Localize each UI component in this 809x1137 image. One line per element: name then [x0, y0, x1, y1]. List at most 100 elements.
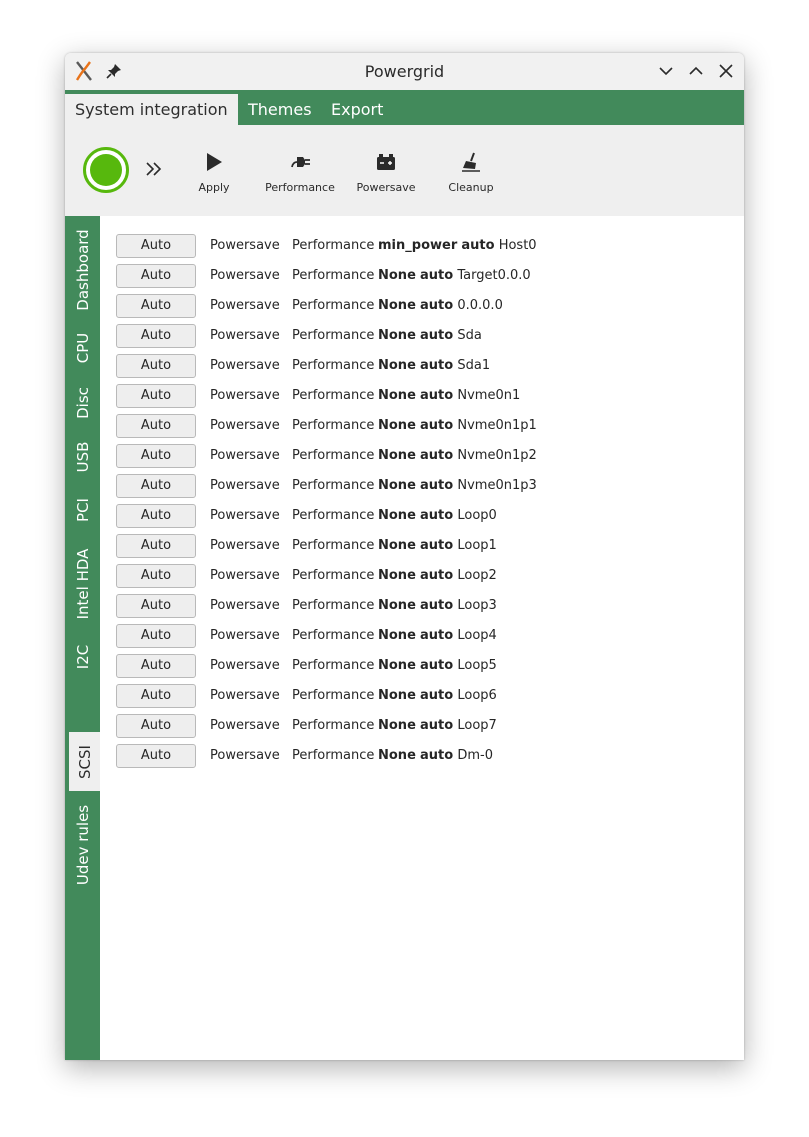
performance-link[interactable]: Performance	[292, 441, 374, 471]
performance-link[interactable]: Performance	[292, 591, 374, 621]
auto-button[interactable]: Auto	[116, 234, 196, 258]
performance-link[interactable]: Performance	[292, 381, 374, 411]
powersave-link[interactable]: Powersave	[210, 561, 280, 591]
auto-button[interactable]: Auto	[116, 684, 196, 708]
policy-value: None	[378, 748, 416, 763]
policy-value: None	[378, 568, 416, 583]
powersave-link[interactable]: Powersave	[210, 531, 280, 561]
auto-button[interactable]: Auto	[116, 654, 196, 678]
policy-value: None	[378, 658, 416, 673]
double-chevron-right-icon[interactable]	[144, 159, 164, 179]
auto-button[interactable]: Auto	[116, 444, 196, 468]
powersave-link[interactable]: Powersave	[210, 411, 280, 441]
auto-button[interactable]: Auto	[116, 594, 196, 618]
performance-link[interactable]: Performance	[292, 351, 374, 381]
sidebar-item-usb[interactable]: USB	[65, 432, 100, 482]
device-info: None auto Nvme0n1	[378, 381, 520, 411]
mode-value: auto	[420, 628, 454, 643]
sidebar-item-cpu[interactable]: CPU	[65, 324, 100, 372]
list-item: Auto Powersave Performance None auto Nvme0n…	[100, 471, 744, 501]
powersave-button[interactable]: Powersave	[355, 125, 417, 216]
list-item: Auto Powersave Performance None auto Sda1	[100, 351, 744, 381]
auto-button[interactable]: Auto	[116, 714, 196, 738]
sidebar-item-pci[interactable]: PCI	[65, 486, 100, 534]
powersave-link[interactable]: Powersave	[210, 711, 280, 741]
device-name: Loop7	[457, 718, 497, 733]
mode-value: auto	[420, 358, 454, 373]
powersave-link[interactable]: Powersave	[210, 471, 280, 501]
auto-button[interactable]: Auto	[116, 564, 196, 588]
performance-link[interactable]: Performance	[292, 651, 374, 681]
performance-link[interactable]: Performance	[292, 741, 374, 771]
auto-button[interactable]: Auto	[116, 414, 196, 438]
performance-link[interactable]: Performance	[292, 471, 374, 501]
performance-link[interactable]: Performance	[292, 621, 374, 651]
sidebar-item-i2c[interactable]: I2C	[65, 634, 100, 680]
performance-link[interactable]: Performance	[292, 411, 374, 441]
device-info: None auto Loop2	[378, 561, 497, 591]
device-name: Loop6	[457, 688, 497, 703]
performance-link[interactable]: Performance	[292, 291, 374, 321]
auto-button[interactable]: Auto	[116, 624, 196, 648]
device-info: None auto Dm-0	[378, 741, 493, 771]
performance-button[interactable]: Performance	[263, 125, 337, 216]
powersave-link[interactable]: Powersave	[210, 231, 280, 261]
performance-link[interactable]: Performance	[292, 561, 374, 591]
broom-icon	[462, 152, 480, 172]
apply-button[interactable]: Apply	[188, 125, 240, 216]
list-item: Auto Powersave Performance None auto Nvme0n…	[100, 381, 744, 411]
auto-button[interactable]: Auto	[116, 264, 196, 288]
auto-button[interactable]: Auto	[116, 744, 196, 768]
policy-value: None	[378, 298, 416, 313]
app-window: Powergrid System integration Themes Expo…	[65, 53, 744, 1060]
cleanup-button[interactable]: Cleanup	[445, 125, 497, 216]
powersave-link[interactable]: Powersave	[210, 261, 280, 291]
powersave-link[interactable]: Powersave	[210, 501, 280, 531]
auto-button[interactable]: Auto	[116, 474, 196, 498]
auto-button[interactable]: Auto	[116, 354, 196, 378]
powersave-link[interactable]: Powersave	[210, 351, 280, 381]
performance-link[interactable]: Performance	[292, 681, 374, 711]
sidebar-item-scsi[interactable]: SCSI	[69, 732, 100, 791]
sidebar-item-intel-hda[interactable]: Intel HDA	[65, 538, 100, 630]
status-indicator[interactable]	[83, 147, 129, 193]
close-icon[interactable]	[717, 62, 735, 80]
performance-link[interactable]: Performance	[292, 711, 374, 741]
tab-themes[interactable]: Themes	[238, 94, 322, 125]
maximize-icon[interactable]	[687, 62, 705, 80]
mode-value: auto	[420, 418, 454, 433]
performance-link[interactable]: Performance	[292, 261, 374, 291]
auto-button[interactable]: Auto	[116, 384, 196, 408]
powersave-link[interactable]: Powersave	[210, 321, 280, 351]
policy-value: None	[378, 508, 416, 523]
powersave-link[interactable]: Powersave	[210, 621, 280, 651]
policy-value: None	[378, 478, 416, 493]
performance-link[interactable]: Performance	[292, 501, 374, 531]
powersave-link[interactable]: Powersave	[210, 681, 280, 711]
powersave-link[interactable]: Powersave	[210, 741, 280, 771]
auto-button[interactable]: Auto	[116, 534, 196, 558]
sidebar-item-dashboard[interactable]: Dashboard	[65, 222, 100, 318]
auto-button[interactable]: Auto	[116, 324, 196, 348]
auto-button[interactable]: Auto	[116, 504, 196, 528]
powersave-link[interactable]: Powersave	[210, 441, 280, 471]
policy-value: None	[378, 688, 416, 703]
toolbar: Apply Performance Powersave Cleanup	[65, 125, 744, 216]
performance-link[interactable]: Performance	[292, 531, 374, 561]
minimize-icon[interactable]	[657, 62, 675, 80]
mode-value: auto	[420, 478, 454, 493]
mode-value: auto	[420, 448, 454, 463]
tab-system-integration[interactable]: System integration	[65, 94, 238, 125]
sidebar-item-udev-rules[interactable]: Udev rules	[65, 795, 100, 895]
device-info: None auto Loop1	[378, 531, 497, 561]
powersave-link[interactable]: Powersave	[210, 591, 280, 621]
powersave-link[interactable]: Powersave	[210, 291, 280, 321]
performance-link[interactable]: Performance	[292, 321, 374, 351]
powersave-link[interactable]: Powersave	[210, 651, 280, 681]
auto-button[interactable]: Auto	[116, 294, 196, 318]
performance-link[interactable]: Performance	[292, 231, 374, 261]
device-info: None auto Nvme0n1p2	[378, 441, 537, 471]
sidebar-item-disc[interactable]: Disc	[65, 378, 100, 428]
tab-export[interactable]: Export	[321, 94, 393, 125]
powersave-link[interactable]: Powersave	[210, 381, 280, 411]
